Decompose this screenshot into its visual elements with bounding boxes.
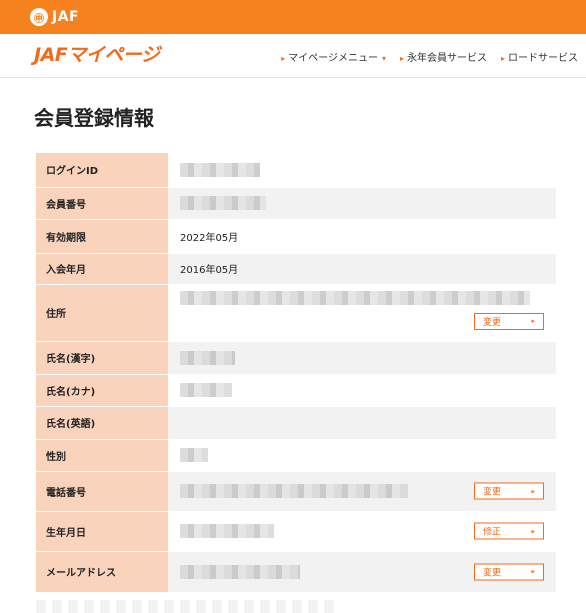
- table-row: 氏名(カナ): [36, 374, 556, 407]
- blurred-footer-text: [36, 600, 336, 613]
- jaf-seal-icon: ㊥: [30, 8, 48, 26]
- header-nav: マイページメニュー▾ 永年会員サービス ロードサービス: [281, 49, 578, 64]
- edit-button-label: 変更: [483, 487, 502, 498]
- edit-button[interactable]: 変更 ▸: [474, 482, 544, 500]
- row-label: 入会年月: [36, 253, 168, 285]
- row-value-cell: [168, 439, 556, 472]
- row-value-cell: 変更 ▸: [168, 551, 556, 593]
- redacted-email-address: [180, 564, 300, 579]
- row-value-cell: [168, 187, 556, 220]
- row-label: 性別: [36, 439, 168, 472]
- redacted-login-id: [180, 162, 260, 177]
- edit-button[interactable]: 変更 ▸: [474, 563, 544, 580]
- row-label: 有効期限: [36, 219, 168, 254]
- edit-button-label: 変更: [483, 568, 502, 578]
- site-header: JAFマイページ マイページメニュー▾ 永年会員サービス ロードサービス: [0, 34, 586, 78]
- row-value: 2016年05月: [180, 265, 239, 276]
- nav-road-service[interactable]: ロードサービス: [501, 49, 578, 64]
- member-info-table: ログインID 会員番号 有効期限 2022年05月 入会年月 2016年05月住所変更 ▸ 氏…: [36, 153, 556, 593]
- row-label: 氏名(カナ): [36, 374, 168, 407]
- table-row: 電話番号 変更 ▸: [36, 471, 556, 512]
- row-value-cell: 2022年05月: [168, 219, 556, 254]
- table-row: 会員番号: [36, 187, 556, 220]
- jaf-brand-text[interactable]: JAF: [52, 9, 79, 25]
- table-row: 氏名(漢字): [36, 341, 556, 375]
- row-value-cell: [168, 406, 556, 440]
- row-value-cell: [168, 153, 556, 188]
- row-label: 氏名(英語): [36, 406, 168, 440]
- row-value-cell: 修正 ▸: [168, 511, 556, 552]
- table-row: ログインID: [36, 153, 556, 188]
- row-value: 2022年05月: [180, 232, 239, 244]
- row-value-cell: 変更 ▸: [168, 284, 556, 342]
- arrow-right-icon: ▸: [531, 527, 535, 535]
- dropdown-dot-icon: ▾: [381, 54, 386, 63]
- redacted-birthdate: [180, 524, 274, 538]
- row-label: 会員番号: [36, 187, 168, 220]
- edit-button-label: 修正: [483, 527, 502, 538]
- row-value-cell: 変更 ▸: [168, 471, 556, 512]
- row-label: 氏名(漢字): [36, 341, 168, 375]
- redacted-phone-number: [180, 484, 408, 498]
- arrow-right-icon: ▸: [531, 317, 535, 325]
- table-row: 性別: [36, 439, 556, 472]
- table-row: 氏名(英語): [36, 406, 556, 440]
- jaf-mypage-logo[interactable]: JAFマイページ: [34, 40, 160, 67]
- row-value-cell: [168, 341, 556, 375]
- nav-lifetime-member-service[interactable]: 永年会員サービス: [400, 49, 487, 64]
- row-label: メールアドレス: [36, 551, 168, 593]
- redacted-name-kana: [180, 383, 232, 397]
- table-row: 有効期限 2022年05月: [36, 219, 556, 254]
- jaf-top-bar: ㊥ JAF: [0, 0, 586, 34]
- nav-mypage-menu[interactable]: マイページメニュー▾: [281, 49, 386, 64]
- arrow-right-icon: ▸: [531, 487, 535, 495]
- row-label: 住所: [36, 284, 168, 342]
- edit-button-label: 変更: [483, 317, 502, 328]
- table-row: メールアドレス 変更 ▸: [36, 551, 556, 593]
- row-label: 電話番号: [36, 471, 168, 512]
- redacted-name-kanji: [180, 350, 235, 365]
- row-label: 生年月日: [36, 511, 168, 552]
- arrow-right-icon: ▸: [531, 567, 535, 576]
- table-row: 入会年月 2016年05月: [36, 253, 556, 285]
- redacted-member-number: [180, 196, 266, 210]
- row-value-cell: [168, 374, 556, 407]
- row-label: ログインID: [36, 153, 168, 188]
- page-title: 会員登録情報: [34, 106, 154, 130]
- redacted-address: [180, 290, 530, 305]
- row-value-cell: 2016年05月: [168, 253, 556, 285]
- edit-button[interactable]: 変更 ▸: [474, 312, 544, 330]
- edit-button[interactable]: 修正 ▸: [474, 522, 544, 540]
- redacted-gender: [180, 448, 208, 462]
- table-row: 住所 変更 ▸: [36, 284, 556, 342]
- table-row: 生年月日 修正 ▸: [36, 511, 556, 552]
